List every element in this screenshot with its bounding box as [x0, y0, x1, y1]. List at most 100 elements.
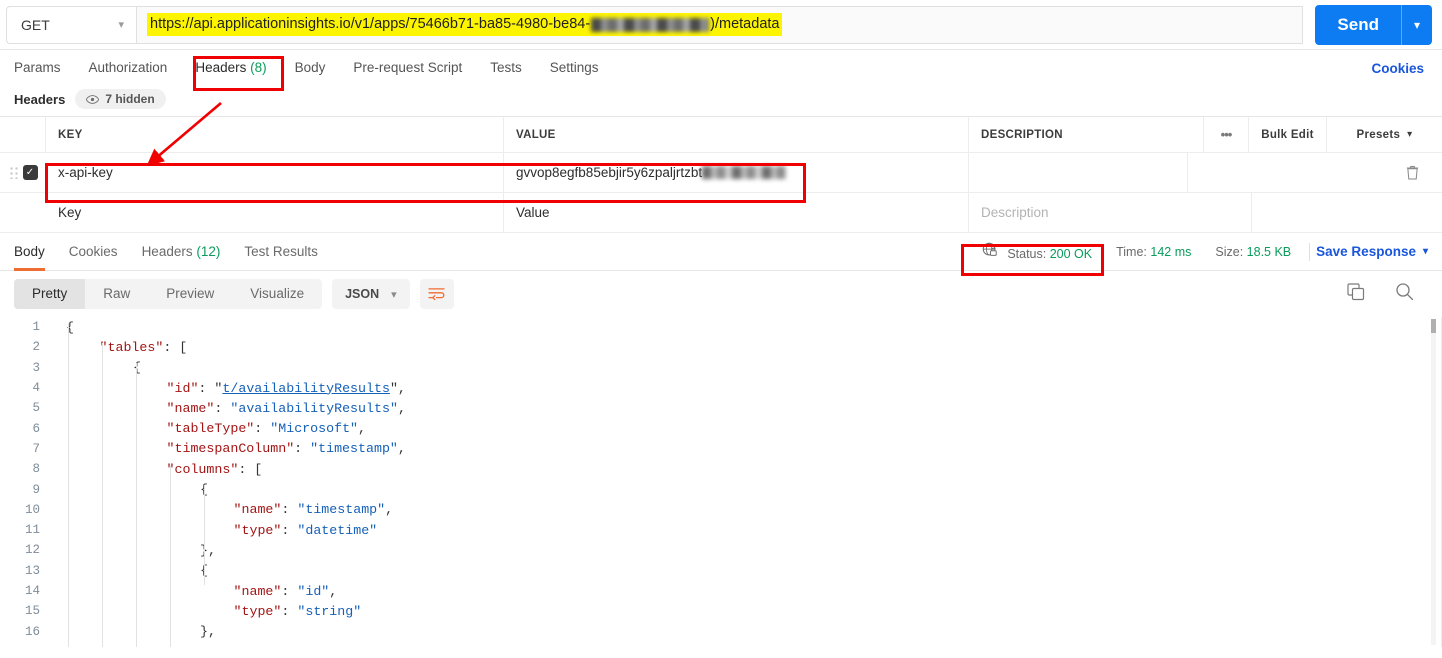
response-format-select[interactable]: JSON ▾	[332, 279, 410, 309]
code-scrollbar-track[interactable]	[1431, 319, 1436, 645]
code-token-key: "tables"	[99, 339, 164, 355]
tab-headers[interactable]: Headers (8)	[181, 50, 280, 86]
presets-label: Presets	[1356, 128, 1401, 141]
code-token-pun: },	[200, 542, 216, 558]
tab-label: Cookies	[68, 243, 118, 259]
headers-table-head: KEY VALUE DESCRIPTION ••• Bulk Edit Pres…	[0, 117, 1442, 153]
code-line: 1{	[0, 317, 1442, 337]
code-text: "name": "availabilityResults",	[66, 401, 406, 416]
code-token-key: "tableType"	[166, 421, 255, 437]
code-text: "columns": [	[66, 462, 263, 477]
new-header-value-input[interactable]: Value	[504, 193, 969, 232]
time-badge: Time: 142 ms	[1104, 245, 1203, 259]
drag-handle-icon[interactable]	[8, 166, 18, 179]
search-button[interactable]	[1395, 282, 1414, 306]
line-number: 9	[32, 482, 40, 497]
tab-params[interactable]: Params	[14, 50, 75, 86]
code-token-pun: ,	[397, 400, 406, 416]
hidden-headers-toggle[interactable]: 7 hidden	[75, 89, 166, 109]
line-number: 15	[24, 604, 40, 619]
header-value-input[interactable]: gvvop8egfb85ebjir5y6zpaljrtzbt	[504, 153, 969, 192]
code-token-str: "timestamp"	[297, 502, 386, 518]
time-value: 142 ms	[1150, 244, 1192, 259]
code-scrollbar-thumb[interactable]	[1431, 319, 1436, 333]
code-token-pun: },	[200, 624, 216, 640]
new-header-description-input[interactable]: Description	[969, 193, 1252, 232]
line-number: 13	[24, 563, 40, 578]
fold-rail	[52, 418, 66, 438]
response-headers-count: (12)	[196, 243, 221, 259]
code-token-pun: :	[198, 380, 215, 396]
delete-row-button[interactable]	[1382, 153, 1442, 192]
url-input[interactable]: https://api.applicationinsights.io/v1/ap…	[136, 5, 1304, 44]
tab-pre-request-script[interactable]: Pre-request Script	[339, 50, 476, 86]
presets-button[interactable]: Presets ▾	[1327, 117, 1442, 152]
code-line: 16},	[0, 621, 1442, 641]
code-token-key: "id"	[166, 380, 199, 396]
row-enabled-checkbox[interactable]: ✓	[22, 165, 38, 180]
header-key-input[interactable]: x-api-key	[46, 153, 504, 192]
fold-rail	[52, 398, 66, 418]
view-mode-preview[interactable]: Preview	[148, 279, 232, 309]
view-mode-visualize[interactable]: Visualize	[232, 279, 322, 309]
response-tab-test-results[interactable]: Test Results	[232, 233, 330, 271]
tab-settings[interactable]: Settings	[536, 50, 613, 86]
response-body-code[interactable]: 1{2"tables": [3{4"id": "t/availabilityRe…	[0, 317, 1442, 647]
send-button-group[interactable]: Send ▾	[1315, 4, 1432, 45]
fold-rail	[52, 317, 66, 337]
column-header-value: VALUE	[504, 117, 969, 152]
table-more-options-icon[interactable]: •••	[1204, 117, 1249, 152]
url-text: https://api.applicationinsights.io/v1/ap…	[147, 13, 783, 36]
code-text: "id": "t/availabilityResults",	[66, 381, 406, 396]
request-tabs: Params Authorization Headers (8) Body Pr…	[0, 50, 1442, 86]
chevron-down-icon: ▾	[391, 288, 397, 301]
bulk-edit-button[interactable]: Bulk Edit	[1249, 117, 1327, 152]
http-method-select[interactable]: GET ▾	[6, 5, 136, 44]
code-line: 5 "name": "availabilityResults",	[0, 398, 1442, 418]
save-response-label: Save Response	[1316, 244, 1416, 259]
tab-authorization[interactable]: Authorization	[75, 50, 182, 86]
response-tab-cookies[interactable]: Cookies	[57, 233, 130, 271]
tab-label: Body	[294, 60, 326, 75]
code-token-key: "name"	[233, 502, 282, 518]
wrap-lines-button[interactable]	[419, 279, 454, 309]
view-mode-raw[interactable]: Raw	[85, 279, 148, 309]
tab-body[interactable]: Body	[281, 50, 340, 86]
row-spacer	[1252, 193, 1442, 232]
new-header-key-input[interactable]: Key	[46, 193, 504, 232]
view-mode-pretty[interactable]: Pretty	[14, 279, 86, 309]
status-label: Status:	[1007, 247, 1047, 261]
hidden-headers-label: 7 hidden	[105, 92, 155, 106]
fold-rail	[52, 540, 66, 560]
wrap-lines-icon	[428, 288, 445, 301]
body-toolbar-right	[1347, 282, 1428, 306]
code-token-pun: ",	[389, 380, 406, 396]
code-line: 15 "type": "string"	[0, 601, 1442, 621]
code-text: },	[66, 543, 216, 558]
response-tab-headers[interactable]: Headers (12)	[130, 233, 233, 271]
time-label: Time:	[1116, 244, 1147, 259]
code-token-str: "string"	[297, 603, 362, 619]
code-token-link[interactable]: t/availabilityResults	[222, 381, 390, 396]
table-row[interactable]: ✓ x-api-key gvvop8egfb85ebjir5y6zpaljrtz…	[0, 153, 1442, 193]
code-text: "type": "string"	[66, 603, 362, 619]
column-header-description: DESCRIPTION	[969, 117, 1204, 152]
globe-lock-icon	[982, 242, 998, 258]
code-token-str: "id"	[297, 583, 330, 599]
tab-tests[interactable]: Tests	[476, 50, 536, 86]
header-description-input[interactable]	[969, 153, 1188, 192]
status-badge: Status: 200 OK	[970, 242, 1104, 261]
redacted-value-segment	[702, 166, 787, 179]
cookies-link[interactable]: Cookies	[1371, 61, 1428, 76]
code-line: 9{	[0, 479, 1442, 499]
copy-button[interactable]	[1347, 282, 1365, 306]
code-text: },	[66, 624, 216, 639]
save-response-button[interactable]: Save Response ▾	[1316, 244, 1428, 259]
response-body-toolbar: Pretty Raw Preview Visualize JSON ▾	[0, 271, 1442, 317]
send-button[interactable]: Send	[1315, 5, 1401, 45]
fold-rail	[52, 358, 66, 378]
table-row-placeholder[interactable]: Key Value Description	[0, 193, 1442, 233]
response-tab-body[interactable]: Body	[14, 233, 57, 271]
send-options-chevron-icon[interactable]: ▾	[1400, 4, 1432, 45]
line-number: 8	[32, 462, 40, 477]
